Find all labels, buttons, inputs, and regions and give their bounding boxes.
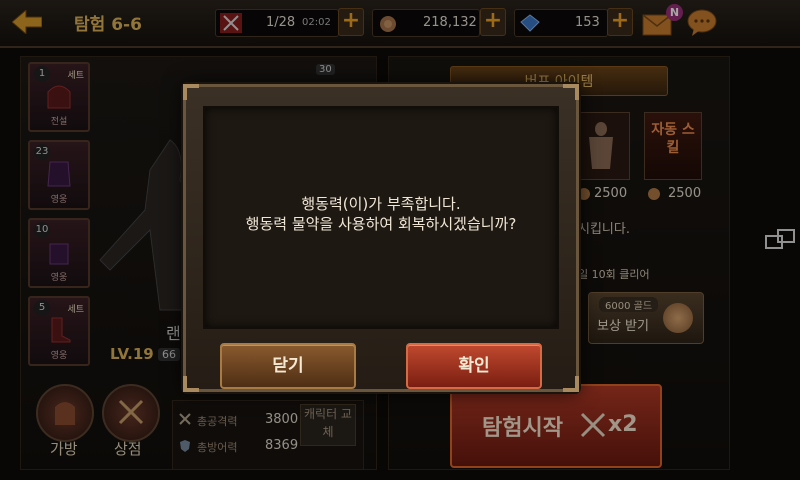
dialog-message-area: 행동력(이)가 부족합니다. 행동력 물약을 사용하여 회복하시겠습니까?: [203, 106, 559, 329]
close-button[interactable]: 닫기: [220, 343, 356, 389]
corner-ornament-icon: [563, 376, 579, 392]
low-stamina-dialog: 행동력(이)가 부족합니다. 행동력 물약을 사용하여 회복하시겠습니까? 닫기…: [183, 84, 579, 392]
corner-ornament-icon: [563, 84, 579, 100]
dialog-message-line-1: 행동력(이)가 부족합니다.: [301, 195, 461, 213]
dialog-message-line-2: 행동력 물약을 사용하여 회복하시겠습니까?: [245, 215, 517, 233]
confirm-button[interactable]: 확인: [406, 343, 542, 389]
corner-ornament-icon: [183, 84, 199, 100]
corner-ornament-icon: [183, 376, 199, 392]
dialog-message: 행동력(이)가 부족합니다. 행동력 물약을 사용하여 회복하시겠습니까?: [205, 194, 557, 234]
